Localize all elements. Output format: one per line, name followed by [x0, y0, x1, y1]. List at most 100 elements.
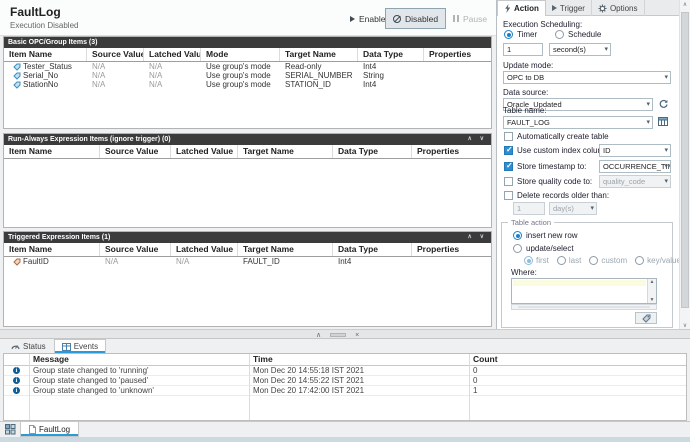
update-mode-dropdown[interactable]: OPC to DB [503, 71, 671, 84]
tab-options[interactable]: Options [592, 0, 645, 16]
tab-trigger[interactable]: Trigger [546, 0, 592, 16]
column-header[interactable]: Item Name [4, 145, 100, 158]
store-quality-checkbox[interactable]: Store quality code to: [504, 177, 592, 186]
refresh-icon[interactable] [658, 99, 669, 110]
tag-icon [13, 81, 21, 89]
triggered-table-title: Triggered Expression Items (1) [8, 234, 111, 241]
edit-table-icon[interactable] [658, 116, 670, 128]
splitter-drag-handle[interactable] [330, 333, 347, 337]
custom-radio[interactable] [589, 256, 599, 265]
basic-items-table-title: Basic OPC/Group Items (3) [8, 39, 98, 46]
column-header[interactable]: Data Type [333, 243, 412, 256]
triggered-table-titlebar[interactable]: Triggered Expression Items (1) ∧ ∨ [4, 232, 491, 243]
tag-icon [13, 72, 21, 80]
column-header[interactable]: Target Name [238, 145, 333, 158]
tab-status[interactable]: Status [3, 339, 54, 353]
radio-icon [513, 244, 522, 253]
last-radio[interactable] [556, 256, 566, 265]
splitter-close-icon[interactable]: × [355, 332, 359, 339]
disabled-button-label: Disabled [405, 13, 439, 24]
auto-create-table-checkbox[interactable]: Automatically create table [504, 132, 609, 141]
delete-unit-dropdown[interactable]: day(s) [549, 202, 597, 215]
timer-radio[interactable]: Timer [504, 30, 537, 39]
trigger-play-icon [551, 5, 557, 11]
delete-age-input[interactable]: 1 [513, 202, 545, 215]
collapse-expand-icons[interactable]: ∧ ∨ [468, 134, 487, 145]
timer-unit-dropdown[interactable]: second(s) [549, 43, 611, 56]
keyvalue-radio[interactable] [635, 256, 645, 265]
radio-icon [513, 231, 522, 240]
play-icon [350, 15, 355, 22]
timer-interval-input[interactable]: 1 [503, 43, 543, 56]
column-header[interactable]: Time [249, 354, 469, 365]
column-header[interactable]: Data Type [358, 48, 424, 61]
column-header[interactable]: Latched Value [144, 48, 201, 61]
event-row[interactable]: Group state changed to 'unknown' Mon Dec… [4, 386, 686, 396]
custom-index-dropdown[interactable]: ID [599, 144, 671, 157]
event-row[interactable]: Group state changed to 'paused' Mon Dec … [4, 376, 686, 386]
column-header[interactable]: Message [29, 354, 249, 365]
taskbar-tab-faultlog[interactable]: FaultLog [20, 422, 80, 437]
column-header[interactable]: Source Value [100, 243, 171, 256]
custom-index-checkbox[interactable]: Use custom index column: [504, 145, 611, 155]
column-header[interactable]: Source Value [100, 145, 171, 158]
splitter-collapse-icon[interactable]: ∧ [316, 331, 321, 339]
delete-records-checkbox[interactable]: Delete records older than: [504, 191, 609, 200]
lightning-icon [505, 4, 511, 13]
table-row[interactable]: Serial_No N/A N/A Use group's mode SERIA… [4, 71, 491, 80]
checkbox-icon [504, 132, 513, 141]
open-items-taskbar: FaultLog [0, 421, 690, 437]
where-textarea[interactable]: ▲ ▼ [511, 278, 657, 304]
column-header[interactable]: Count [469, 354, 686, 365]
column-header[interactable]: Target Name [280, 48, 358, 61]
scrollbar-thumb[interactable] [681, 12, 689, 308]
window-bottom-strip [0, 437, 690, 442]
panel-tab-bar: Action Trigger Options [497, 0, 690, 16]
tab-action[interactable]: Action [497, 0, 546, 16]
table-action-legend: Table action [508, 218, 555, 227]
schedule-radio[interactable]: Schedule [555, 30, 601, 39]
table-row[interactable]: FaultID N/A N/A FAULT_ID Int4 [4, 257, 491, 266]
column-header[interactable]: Properties [412, 145, 490, 158]
column-header[interactable]: Item Name [4, 243, 100, 256]
slash-circle-icon [393, 14, 401, 23]
table-name-combo[interactable]: FAULT_LOG [503, 116, 653, 129]
column-header[interactable]: Properties [412, 243, 490, 256]
table-row[interactable]: Tester_Status N/A N/A Use group's mode R… [4, 62, 491, 71]
insert-tag-button[interactable] [635, 312, 657, 324]
store-quality-dropdown[interactable]: quality_code [599, 175, 671, 188]
checkbox-checked-icon [504, 161, 513, 171]
column-header[interactable]: Latched Value [171, 243, 238, 256]
tab-events[interactable]: Events [53, 339, 107, 353]
update-select-radio[interactable]: update/select [513, 244, 574, 253]
table-row[interactable]: StationNo N/A N/A Use group's mode STATI… [4, 80, 491, 89]
column-header[interactable]: Source Value [87, 48, 144, 61]
panel-scrollbar[interactable]: ∧ ∨ [679, 0, 690, 331]
scroll-up-icon[interactable]: ∧ [680, 0, 690, 10]
first-radio[interactable] [524, 256, 533, 265]
run-always-header-row: Item Name Source Value Latched Value Tar… [4, 145, 491, 159]
column-header[interactable]: Properties [424, 48, 490, 61]
store-timestamp-dropdown[interactable]: OCCURRENCE_TIME [599, 160, 671, 173]
collapse-expand-icons[interactable]: ∧ ∨ [468, 232, 487, 243]
where-horizontal-scrollbar[interactable] [511, 304, 657, 310]
pause-button[interactable]: Pause [446, 8, 494, 29]
basic-items-table: Basic OPC/Group Items (3) Item Name Sour… [3, 36, 492, 129]
run-always-table-titlebar[interactable]: Run-Always Expression Items (ignore trig… [4, 134, 491, 145]
radio-icon [504, 30, 513, 39]
pin-panel-icon[interactable] [0, 422, 20, 437]
column-header[interactable]: Mode [201, 48, 280, 61]
where-vertical-scrollbar[interactable]: ▲ ▼ [647, 279, 656, 303]
insert-new-row-radio[interactable]: insert new row [513, 231, 578, 240]
column-header[interactable]: Item Name [4, 48, 87, 61]
basic-items-table-titlebar[interactable]: Basic OPC/Group Items (3) [4, 37, 491, 48]
event-row[interactable]: Group state changed to 'running' Mon Dec… [4, 366, 686, 376]
store-timestamp-checkbox[interactable]: Store timestamp to: [504, 161, 586, 171]
pause-icon [453, 15, 459, 22]
column-header[interactable]: Data Type [333, 145, 412, 158]
column-header[interactable]: Target Name [238, 243, 333, 256]
column-header[interactable]: Latched Value [171, 145, 238, 158]
events-header-row: Message Time Count [4, 354, 686, 366]
disabled-button[interactable]: Disabled [385, 8, 447, 29]
bottom-panel-splitter[interactable]: ∧ × [0, 329, 690, 339]
